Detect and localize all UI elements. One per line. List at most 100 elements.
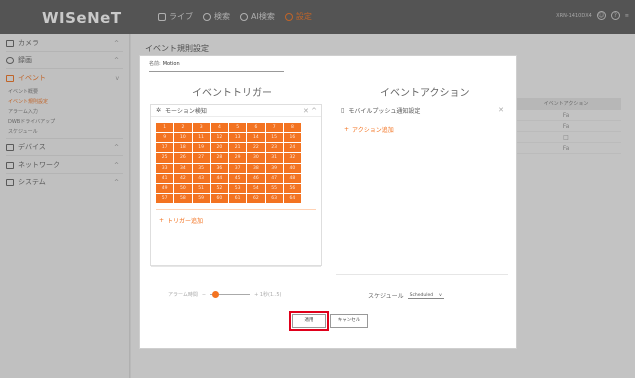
channel-cell[interactable]: 9	[156, 133, 174, 143]
alarm-time-row: アラーム時間 − + 1秒(1..5)	[168, 291, 281, 298]
channel-cell[interactable]: 48	[283, 173, 301, 183]
channel-cell[interactable]: 19	[192, 143, 210, 153]
channel-cell[interactable]: 41	[156, 173, 174, 183]
channel-cell[interactable]: 47	[265, 173, 283, 183]
alarm-time-slider[interactable]	[210, 291, 251, 298]
channel-cell[interactable]: 8	[283, 123, 301, 133]
channel-cell[interactable]: 42	[174, 173, 192, 183]
schedule-value: Scheduled	[409, 292, 434, 298]
channel-cell[interactable]: 59	[192, 193, 210, 203]
rule-name-label: 名前:	[149, 61, 161, 67]
channel-cell[interactable]: 30	[247, 153, 265, 163]
channel-cell[interactable]: 12	[210, 133, 228, 143]
alarm-time-value: + 1秒(1..5)	[254, 292, 282, 298]
channel-grid: 1 2 3 4 5 6 7 8 9 10 11 12 13 14 15 16 17 18 19 20 21 22 23 24 2…	[156, 123, 301, 203]
channel-cell[interactable]: 39	[265, 163, 283, 173]
channel-cell[interactable]: 62	[247, 193, 265, 203]
button-row: 適用 キャンセル	[289, 311, 368, 331]
channel-cell[interactable]: 58	[174, 193, 192, 203]
add-action-label: アクション追加	[352, 127, 394, 134]
schedule-row: スケジュール Scheduled v	[368, 291, 444, 300]
divider	[336, 274, 508, 275]
channel-cell[interactable]: 7	[265, 123, 283, 133]
channel-cell[interactable]: 1	[156, 123, 174, 133]
channel-cell[interactable]: 53	[229, 183, 247, 193]
minus-icon[interactable]: −	[202, 292, 206, 298]
motion-detection-icon: ✲	[156, 107, 162, 114]
channel-cell[interactable]: 60	[210, 193, 228, 203]
channel-cell[interactable]: 21	[229, 143, 247, 153]
channel-cell[interactable]: 61	[229, 193, 247, 203]
channel-cell[interactable]: 22	[247, 143, 265, 153]
channel-cell[interactable]: 24	[283, 143, 301, 153]
channel-cell[interactable]: 50	[174, 183, 192, 193]
channel-cell[interactable]: 64	[283, 193, 301, 203]
ok-button[interactable]: 適用	[289, 311, 329, 331]
channel-cell[interactable]: 14	[247, 133, 265, 143]
channel-cell[interactable]: 51	[192, 183, 210, 193]
channel-cell[interactable]: 4	[210, 123, 228, 133]
channel-cell[interactable]: 56	[283, 183, 301, 193]
channel-cell[interactable]: 26	[174, 153, 192, 163]
close-icon[interactable]: ✕	[498, 106, 504, 114]
channel-cell[interactable]: 2	[174, 123, 192, 133]
channel-cell[interactable]: 57	[156, 193, 174, 203]
channel-cell[interactable]: 28	[210, 153, 228, 163]
channel-cell[interactable]: 40	[283, 163, 301, 173]
add-trigger-label: トリガー追加	[167, 218, 204, 225]
channel-cell[interactable]: 54	[247, 183, 265, 193]
schedule-label: スケジュール	[368, 293, 404, 300]
channel-cell[interactable]: 15	[265, 133, 283, 143]
channel-cell[interactable]: 25	[156, 153, 174, 163]
channel-cell[interactable]: 32	[283, 153, 301, 163]
channel-cell[interactable]: 49	[156, 183, 174, 193]
trigger-item-label: モーション検知	[165, 108, 207, 115]
channel-cell[interactable]: 34	[174, 163, 192, 173]
channel-cell[interactable]: 13	[229, 133, 247, 143]
action-panel: ▯ モバイルプッシュ通知設定 ✕ + アクション追加	[336, 104, 508, 275]
schedule-select[interactable]: Scheduled v	[407, 292, 444, 299]
channel-cell[interactable]: 17	[156, 143, 174, 153]
channel-cell[interactable]: 6	[247, 123, 265, 133]
event-rule-modal: 名前: Motion イベントトリガー イベントアクション ✲ モーション検知 ✕…	[139, 55, 517, 349]
channel-cell[interactable]: 38	[247, 163, 265, 173]
channel-cell[interactable]: 37	[229, 163, 247, 173]
channel-cell[interactable]: 10	[174, 133, 192, 143]
channel-cell[interactable]: 11	[192, 133, 210, 143]
channel-cell[interactable]: 45	[229, 173, 247, 183]
channel-cell[interactable]: 55	[265, 183, 283, 193]
channel-cell[interactable]: 3	[192, 123, 210, 133]
channel-cell[interactable]: 18	[174, 143, 192, 153]
action-item-header: ▯ モバイルプッシュ通知設定 ✕	[336, 104, 508, 116]
divider	[156, 209, 316, 210]
action-title: イベントアクション	[380, 88, 470, 99]
channel-cell[interactable]: 23	[265, 143, 283, 153]
trigger-item-controls[interactable]: ✕ ^	[303, 107, 317, 115]
channel-cell[interactable]: 27	[192, 153, 210, 163]
channel-cell[interactable]: 43	[192, 173, 210, 183]
channel-cell[interactable]: 5	[229, 123, 247, 133]
rule-name-value: Motion	[162, 61, 180, 67]
channel-cell[interactable]: 36	[210, 163, 228, 173]
trigger-item-header: ✲ モーション検知 ✕ ^	[151, 105, 321, 117]
divider	[151, 266, 321, 267]
channel-cell[interactable]: 16	[283, 133, 301, 143]
cancel-button[interactable]: キャンセル	[330, 314, 368, 328]
channel-cell[interactable]: 44	[210, 173, 228, 183]
channel-cell[interactable]: 33	[156, 163, 174, 173]
plus-icon: +	[344, 126, 350, 133]
channel-cell[interactable]: 20	[210, 143, 228, 153]
channel-cell[interactable]: 35	[192, 163, 210, 173]
add-action-link[interactable]: + アクション追加	[344, 125, 394, 134]
channel-cell[interactable]: 29	[229, 153, 247, 163]
channel-cell[interactable]: 63	[265, 193, 283, 203]
channel-cell[interactable]: 31	[265, 153, 283, 163]
chevron-down-icon: v	[439, 292, 442, 298]
mobile-icon: ▯	[341, 106, 345, 114]
channel-cell[interactable]: 52	[210, 183, 228, 193]
rule-name-field[interactable]: 名前: Motion	[149, 60, 180, 67]
channel-cell[interactable]: 46	[247, 173, 265, 183]
slider-handle[interactable]	[212, 291, 220, 298]
action-item-label: モバイルプッシュ通知設定	[348, 107, 421, 115]
add-trigger-link[interactable]: + トリガー追加	[159, 216, 203, 225]
